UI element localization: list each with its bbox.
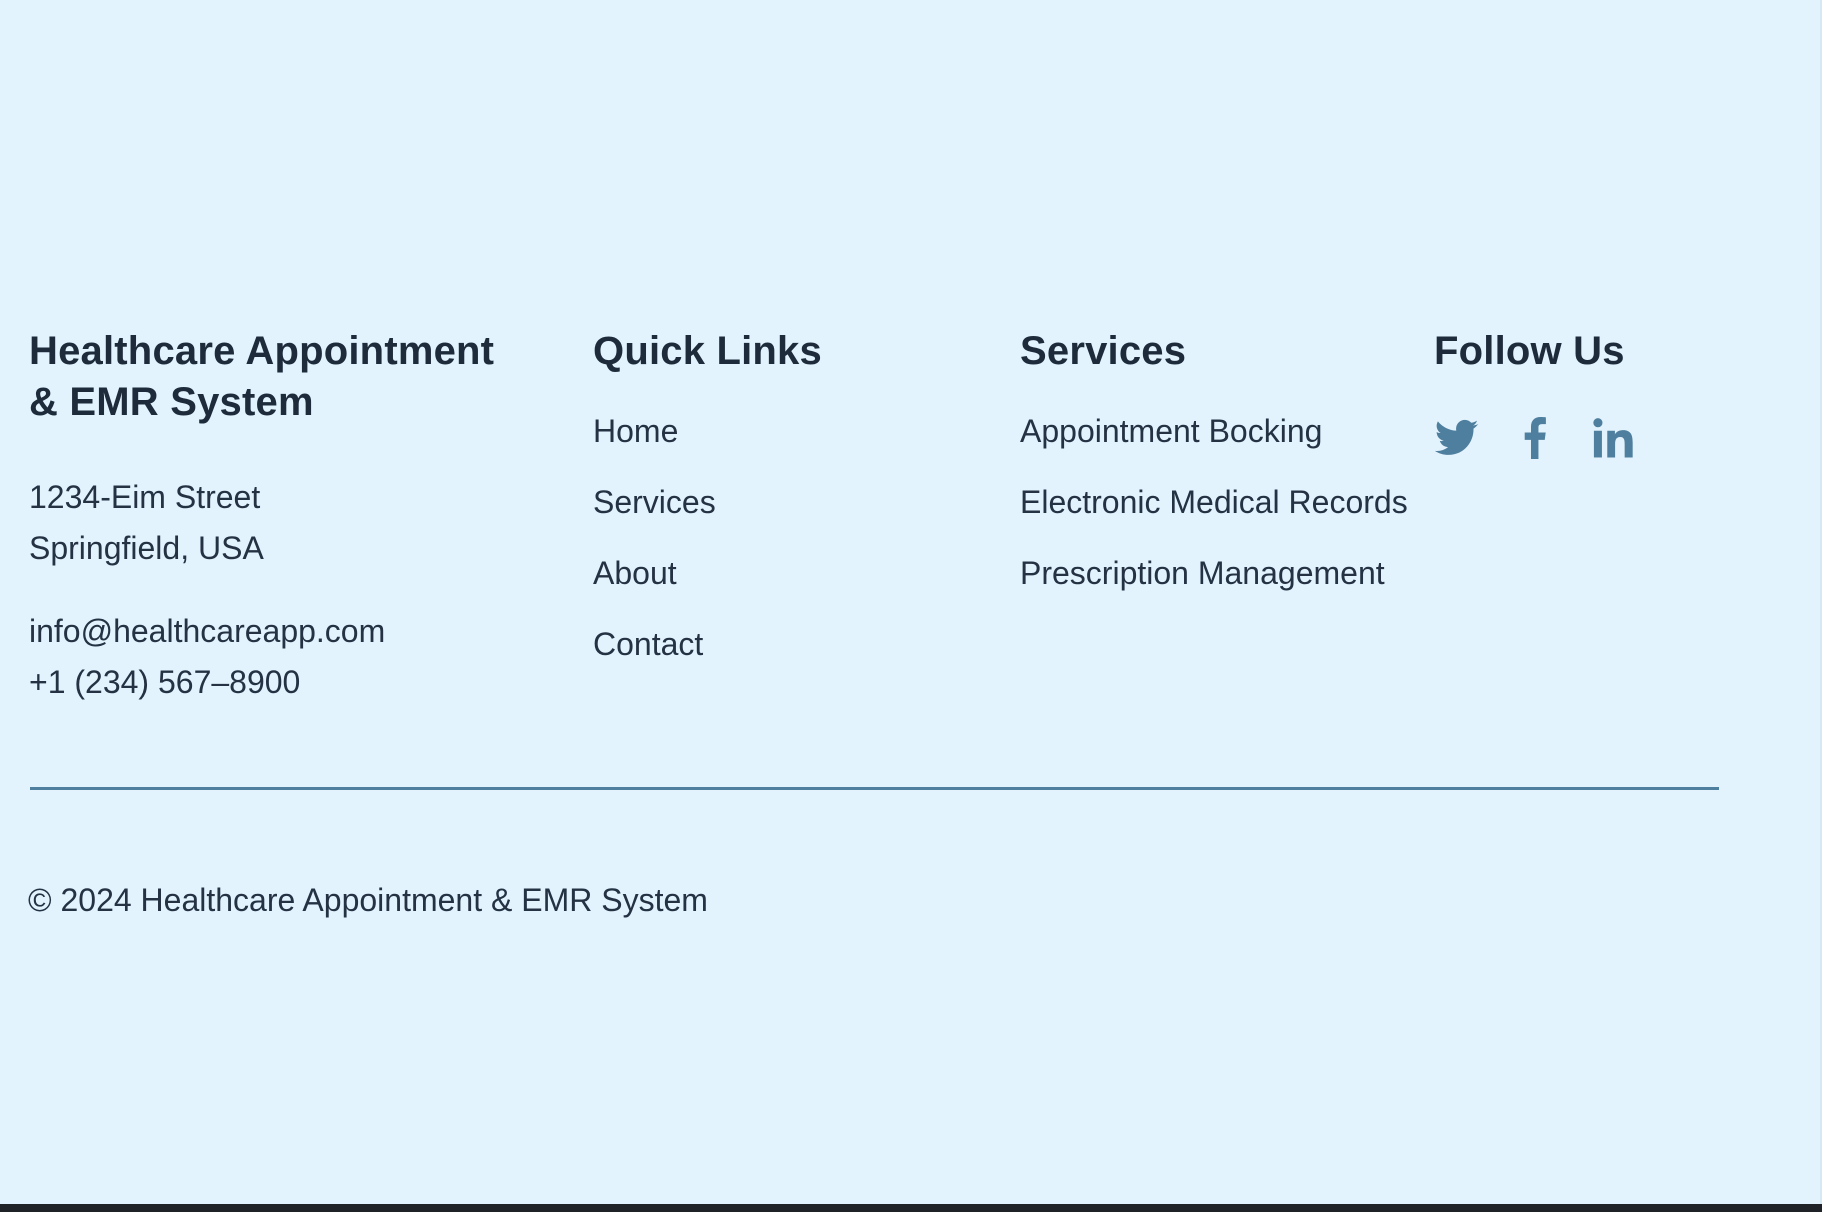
services-title: Services	[1020, 329, 1187, 373]
quick-links-column: Quick Links Home Services About Contact	[593, 326, 993, 697]
quick-link-contact[interactable]: Contact	[593, 626, 993, 662]
follow-us-column: Follow Us	[1434, 326, 1774, 461]
brand-column: Healthcare Appointment & EMR System 1234…	[29, 326, 569, 708]
quick-link-services[interactable]: Services	[593, 484, 993, 520]
quick-links-title: Quick Links	[593, 329, 822, 373]
follow-us-title: Follow Us	[1434, 329, 1625, 373]
facebook-link[interactable]	[1512, 415, 1558, 461]
services-column: Services Appointment Bocking Electronic …	[1020, 326, 1440, 626]
linkedin-link[interactable]	[1590, 415, 1636, 461]
quick-links-list: Home Services About Contact	[593, 413, 993, 662]
brand-contact: info@healthcareapp.com +1 (234) 567–8900	[29, 606, 569, 708]
window-bottom-bar	[0, 1204, 1822, 1212]
facebook-icon	[1524, 417, 1546, 459]
quick-link-home[interactable]: Home	[593, 413, 993, 449]
brand-address: 1234-Eim Street Springfield, USA	[29, 472, 569, 574]
footer-divider	[30, 787, 1719, 790]
contact-phone: +1 (234) 567–8900	[29, 664, 301, 700]
address-street: 1234-Eim Street	[29, 479, 261, 515]
brand-title-line-1: Healthcare Appointment	[29, 329, 495, 373]
twitter-link[interactable]	[1434, 415, 1480, 461]
twitter-icon	[1435, 419, 1479, 455]
brand-title: Healthcare Appointment & EMR System	[29, 326, 569, 428]
service-appointment-booking: Appointment Bocking	[1020, 413, 1323, 449]
services-list: Appointment Bocking Electronic Medical R…	[1020, 413, 1440, 591]
address-city: Springfield, USA	[29, 530, 264, 566]
service-electronic-medical-records: Electronic Medical Records	[1020, 484, 1408, 520]
copyright-text: © 2024 Healthcare Appointment & EMR Syst…	[28, 882, 708, 918]
site-footer: Healthcare Appointment & EMR System 1234…	[0, 0, 1822, 1204]
social-links	[1434, 415, 1774, 461]
service-prescription-management: Prescription Management	[1020, 555, 1385, 591]
linkedin-icon	[1593, 418, 1633, 458]
quick-link-about[interactable]: About	[593, 555, 993, 591]
brand-title-line-2: & EMR System	[29, 380, 314, 424]
contact-email: info@healthcareapp.com	[29, 613, 386, 649]
